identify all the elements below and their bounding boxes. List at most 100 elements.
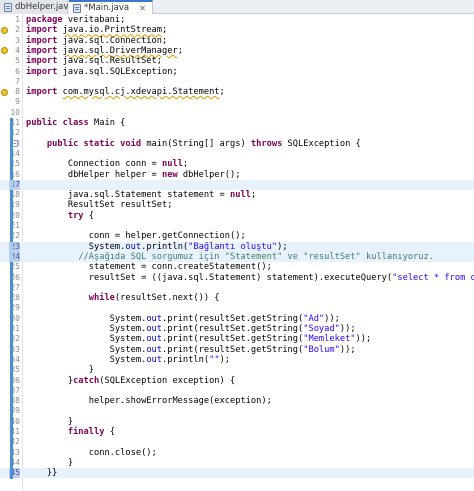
- code-line[interactable]: 18 java.sql.Statement statement = null;: [0, 190, 474, 200]
- code-token: import: [26, 56, 63, 67]
- code-token: .print(resultSet.getString(: [162, 313, 304, 324]
- code-token: dbHelper helper =: [26, 169, 162, 180]
- code-line[interactable]: 39: [0, 406, 474, 416]
- code-line[interactable]: 31 System.out.print(resultSet.getString(…: [0, 324, 474, 334]
- code-text: statement = conn.createStatement();: [26, 262, 272, 272]
- code-line[interactable]: 1 package veritabani;: [0, 15, 474, 25]
- code-text: import java.sql.DriverManager;: [26, 46, 183, 56]
- code-line[interactable]: 42: [0, 437, 474, 447]
- code-line[interactable]: 20 try {: [0, 211, 474, 221]
- code-text: //Aşağıda SQL sorgumuz için "Statement" …: [26, 252, 434, 262]
- code-line[interactable]: 36 }catch(SQLException exception) {: [0, 376, 474, 386]
- warning-marker-icon[interactable]: [1, 88, 8, 96]
- code-line[interactable]: 40 }: [0, 417, 474, 427]
- tab-main-java[interactable]: *Main.java ✕: [69, 0, 153, 14]
- code-token: statement = conn.createStatement();: [26, 262, 272, 273]
- code-token: .print(resultSet.getString(: [162, 334, 304, 345]
- change-indicator-bar: [10, 179, 13, 191]
- code-token: "Bolum": [303, 344, 340, 355]
- code-line[interactable]: 30 System.out.print(resultSet.getString(…: [0, 314, 474, 324]
- code-text: System.out.println("");: [26, 355, 230, 365]
- code-line[interactable]: 27: [0, 283, 474, 293]
- code-line[interactable]: 7: [0, 77, 474, 87]
- code-token: import: [26, 45, 63, 56]
- code-line[interactable]: 5 import java.sql.ResultSet;: [0, 56, 474, 66]
- code-line[interactable]: 37: [0, 386, 474, 396]
- code-line[interactable]: 21: [0, 221, 474, 231]
- code-line[interactable]: 45 }}: [0, 468, 474, 479]
- code-line[interactable]: 44 }: [0, 458, 474, 468]
- code-text: finally {: [26, 427, 115, 437]
- code-line[interactable]: 26 resultSet = ((java.sql.Statement) sta…: [0, 273, 474, 283]
- code-token: ));: [324, 313, 340, 324]
- code-token: resultSet = ((java.sql.Statement) statem…: [26, 272, 393, 283]
- code-token: (resultSet.next()) {: [114, 293, 220, 304]
- java-file-icon: [4, 2, 12, 12]
- code-text: conn = helper.getConnection();: [26, 231, 246, 241]
- code-line[interactable]: 28 while(resultSet.next()) {: [0, 293, 474, 303]
- code-line[interactable]: 25 statement = conn.createStatement();: [0, 262, 474, 272]
- code-line[interactable]: 15 Connection conn = null;: [0, 159, 474, 169]
- code-line[interactable]: 10: [0, 108, 474, 118]
- code-line[interactable]: 8 import com.mysql.cj.xdevapi.Statement;: [0, 87, 474, 97]
- code-line[interactable]: 13− public static void main(String[] arg…: [0, 139, 474, 149]
- code-line[interactable]: 41 finally {: [0, 427, 474, 437]
- code-text: conn.close();: [26, 448, 157, 458]
- code-line[interactable]: 29: [0, 303, 474, 313]
- code-token: .println(: [141, 241, 189, 252]
- code-line[interactable]: 4 import java.sql.DriverManager;: [0, 46, 474, 56]
- code-line[interactable]: 6 import java.sql.SQLException;: [0, 67, 474, 77]
- code-token: "": [209, 354, 220, 365]
- code-token: "Bağlantı oluştu": [188, 241, 278, 252]
- change-indicator-bar: [10, 241, 13, 263]
- code-token: conn = helper.getConnection();: [26, 231, 246, 242]
- code-editor[interactable]: 1 package veritabani; 2 import java.io.Prin…: [0, 14, 474, 491]
- code-line[interactable]: 11 public class Main {: [0, 118, 474, 128]
- code-line[interactable]: 3 import java.sql.Connection;: [0, 36, 474, 46]
- code-line[interactable]: 17: [0, 179, 474, 191]
- code-token: .print(resultSet.getString(: [162, 344, 304, 355]
- code-token: catch: [73, 375, 100, 386]
- code-line[interactable]: 34 System.out.println("");: [0, 355, 474, 365]
- code-token: ));: [339, 344, 356, 355]
- line-number: 6: [15, 66, 20, 76]
- code-line[interactable]: 9: [0, 97, 474, 107]
- code-text: System.out.println("Bağlantı oluştu");: [26, 242, 288, 252]
- code-line[interactable]: 2 import java.io.PrintStream;: [0, 25, 474, 35]
- code-token: dbHelper();: [182, 169, 241, 180]
- code-text: java.sql.Statement statement = null;: [26, 190, 256, 200]
- code-line[interactable]: 35 }: [0, 365, 474, 375]
- line-number: 1: [15, 15, 20, 24]
- code-line[interactable]: 16 dbHelper helper = new dbHelper();: [0, 170, 474, 180]
- code-line[interactable]: 22 conn = helper.getConnection();: [0, 231, 474, 241]
- code-token: ));: [339, 324, 356, 334]
- code-line[interactable]: 32 System.out.print(resultSet.getString(…: [0, 334, 474, 344]
- code-line[interactable]: 23 System.out.println("Bağlantı oluştu")…: [0, 241, 474, 252]
- code-token: out: [146, 324, 163, 334]
- code-token: Main {: [94, 118, 126, 128]
- code-line[interactable]: 19 ResultSet resultSet;: [0, 200, 474, 210]
- close-icon[interactable]: ✕: [139, 4, 146, 13]
- code-token: ));: [355, 334, 372, 345]
- line-number: 7: [15, 76, 20, 86]
- code-token: import: [26, 25, 63, 36]
- code-text: dbHelper helper = new dbHelper();: [26, 169, 241, 180]
- code-line[interactable]: 14: [0, 149, 474, 159]
- code-token: com.mysql.cj.xdevapi.Statement: [62, 87, 220, 98]
- code-token: java.io.PrintStream: [62, 25, 163, 36]
- code-line[interactable]: 12: [0, 128, 474, 138]
- code-token: null: [229, 190, 251, 201]
- warning-marker-icon[interactable]: [1, 26, 8, 34]
- code-token: ;: [250, 190, 257, 201]
- code-line[interactable]: 24 //Aşağıda SQL sorgumuz için "Statemen…: [0, 251, 474, 263]
- code-token: System.: [26, 344, 147, 355]
- code-token: "Memleket": [303, 334, 356, 345]
- tab-dbhelper-java[interactable]: dbHelper.java: [0, 0, 74, 14]
- tab-label: *Main.java: [84, 3, 130, 13]
- code-text: ResultSet resultSet;: [26, 200, 173, 210]
- code-line[interactable]: 43 conn.close();: [0, 448, 474, 458]
- code-line[interactable]: 33 System.out.print(resultSet.getString(…: [0, 345, 474, 355]
- code-token: {: [88, 210, 94, 221]
- code-line[interactable]: 38 helper.showErrorMessage(exception);: [0, 396, 474, 406]
